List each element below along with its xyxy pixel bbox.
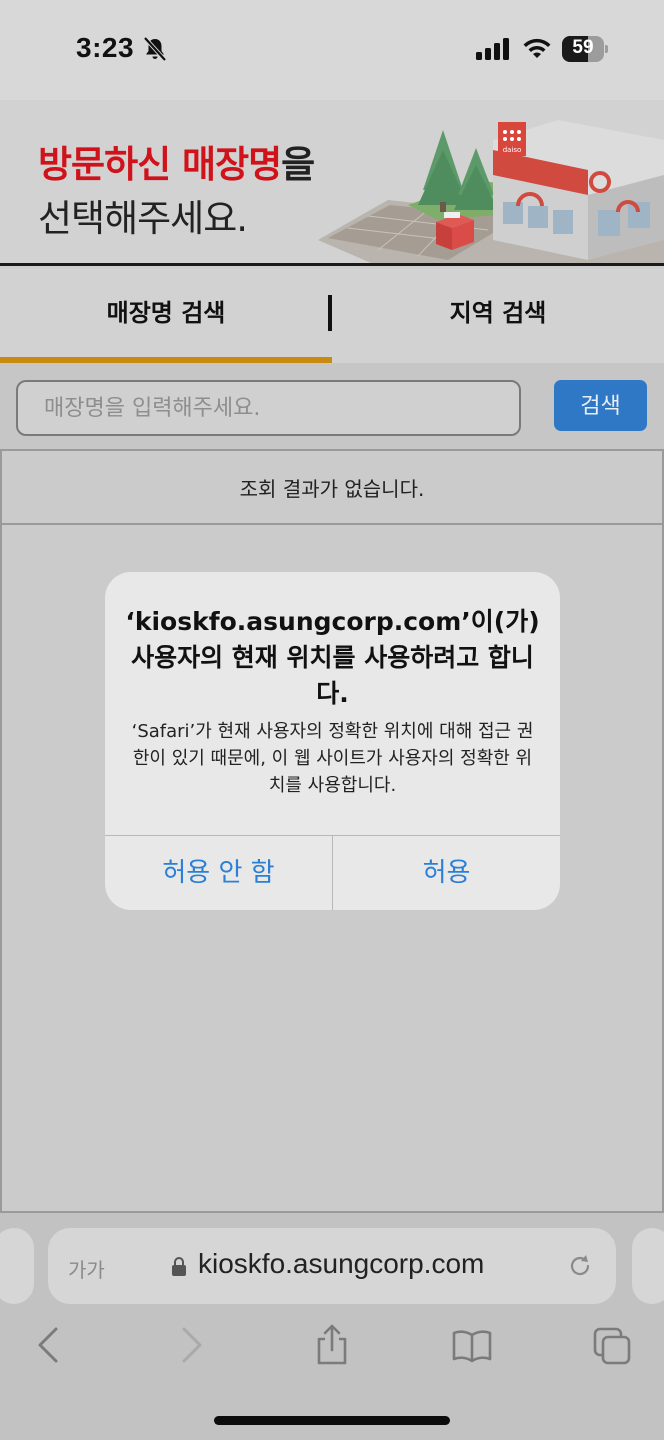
- tab-region-search[interactable]: 지역 검색: [332, 269, 664, 363]
- battery-percent: 59: [572, 37, 594, 58]
- store-name-input[interactable]: [16, 380, 521, 436]
- home-indicator: [214, 1416, 450, 1425]
- empty-results-message: 조회 결과가 없습니다.: [2, 449, 662, 525]
- battery-icon: 59: [562, 36, 608, 62]
- bell-slash-icon: [143, 36, 167, 62]
- lock-icon: [172, 1257, 186, 1276]
- status-bar: 3:23 59: [0, 0, 664, 100]
- banner-highlight: 방문하신 매장명: [38, 143, 282, 186]
- url-text: kioskfo.asungcorp.com: [198, 1248, 485, 1279]
- next-tab-preview[interactable]: [632, 1228, 664, 1304]
- location-permission-dialog: ‘kioskfo.asungcorp.com’이(가) 사용자의 현재 위치를 …: [105, 572, 560, 910]
- store-illustration: daiso: [318, 120, 664, 263]
- search-button[interactable]: 검색: [554, 380, 647, 431]
- store-sign-text: daiso: [503, 146, 522, 154]
- tabs-icon[interactable]: [592, 1323, 632, 1367]
- share-icon[interactable]: [312, 1323, 352, 1367]
- allow-button[interactable]: 허용: [333, 836, 560, 910]
- search-row: 검색: [0, 363, 664, 449]
- previous-tab-preview[interactable]: [0, 1228, 34, 1304]
- bookmarks-icon[interactable]: [452, 1323, 492, 1367]
- dialog-title: ‘kioskfo.asungcorp.com’이(가) 사용자의 현재 위치를 …: [125, 607, 540, 708]
- banner-heading-line2: 선택해주세요.: [38, 197, 248, 240]
- cellular-signal-icon: [476, 38, 509, 60]
- address-bar[interactable]: 가가 kioskfo.asungcorp.com: [48, 1228, 616, 1304]
- wifi-icon: [523, 38, 551, 58]
- safari-bottom-bar: 가가 kioskfo.asungcorp.com: [0, 1213, 664, 1440]
- banner-heading-line1: 방문하신 매장명을: [38, 134, 315, 188]
- search-mode-tabs: 매장명 검색 지역 검색: [0, 269, 664, 363]
- tab-store-name-search[interactable]: 매장명 검색: [0, 269, 332, 363]
- back-icon[interactable]: [28, 1323, 68, 1367]
- dont-allow-button[interactable]: 허용 안 함: [105, 836, 332, 910]
- store-select-banner: 방문하신 매장명을 선택해주세요. daiso: [0, 100, 664, 266]
- dialog-message: ‘Safari’가 현재 사용자의 정확한 위치에 대해 접근 권한이 있기 때…: [131, 721, 534, 796]
- text-size-button[interactable]: 가가: [68, 1254, 105, 1283]
- reload-icon[interactable]: [566, 1252, 594, 1280]
- forward-icon[interactable]: [172, 1323, 212, 1367]
- status-time: 3:23: [76, 32, 135, 63]
- banner-heading-suffix: 을: [281, 143, 315, 186]
